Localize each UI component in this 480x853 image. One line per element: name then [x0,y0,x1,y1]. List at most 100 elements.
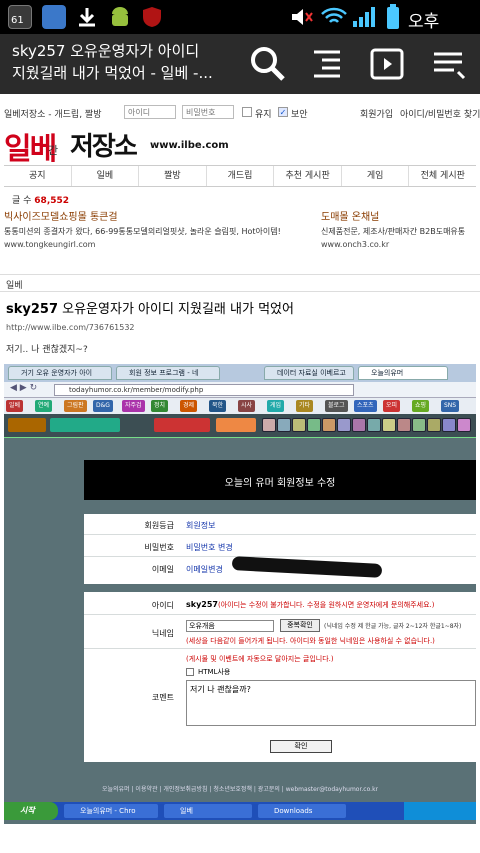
label-memo: 코멘트 [151,693,174,702]
bookmark-item[interactable]: 게임 [267,400,285,412]
value-level[interactable]: 회원정보 [186,520,215,531]
bookmark-item[interactable]: 스포츠 [354,400,377,412]
password-input[interactable] [182,105,234,119]
post-count-label: 글 수 [12,196,32,206]
bookmark-item[interactable]: 블로그 [325,400,348,412]
bookmark-item[interactable]: 오피 [383,400,401,412]
title-line-2: 지웠길래 내가 먹었어 - 일베 -... [12,64,213,82]
taskbar-item[interactable]: 일베 [164,804,252,818]
ad-right[interactable]: 도매몰 온채널 신제품전문, 제조사/판매자간 B2B도매유통 www.onch… [321,208,480,249]
tab-switch-icon[interactable] [368,44,408,84]
form-header-title: 오늘의 유머 회원정보 수정 [224,478,336,489]
site-footer: 오늘의유머 | 이용약관 | 개인정보취급방침 | 청소년보호정책 | 광고문의… [101,786,379,793]
taskbar-item[interactable]: 오늘의유머 - Chro [64,804,158,818]
post-author[interactable]: sky257 [6,302,58,317]
post-count: 글 수 68,552 [12,193,69,206]
nickname-note-2: (세상을 다음같이 들어가게 됩니다. 아이디와 동일한 닉네임은 사용하실 수… [186,637,435,645]
join-link[interactable]: 회원가입 [360,107,393,120]
tab-gaedrip[interactable]: 개드립 [207,166,275,186]
secure-checkbox[interactable]: ✓ [278,107,288,117]
toolbar-icon[interactable] [367,418,381,432]
tab-notice[interactable]: 공지 [4,166,72,186]
post-url[interactable]: http://www.ilbe.com/736761532 [6,323,135,332]
secure-label: 보안 [291,110,308,120]
toolbar-icon[interactable] [457,418,471,432]
toolbar-icon[interactable] [352,418,366,432]
account-info-card: 회원등급 회원정보 비밀번호 비밀번호 변경 이메일 이메일변경 [84,514,476,584]
toolbar-icon[interactable] [322,418,336,432]
bookmark-item[interactable]: 쇼핑 [412,400,430,412]
bookmark-item[interactable]: 시사 [238,400,256,412]
ad-left[interactable]: 빅사이즈모델쇼핑몰 통큰걸 통통미션의 종결자가 왔다, 66-99통통모델의리… [4,208,304,249]
tab-recommend[interactable]: 추천 게시판 [274,166,342,186]
memo-textarea[interactable]: 저기 나 괜찮을까? [186,680,476,726]
find-account-link[interactable]: 아이디/비밀번호 찾기 [400,107,480,120]
outline-list-icon[interactable] [308,44,348,84]
system-tray [404,802,476,820]
notification-badge: 61 [11,15,24,26]
divider [84,534,476,535]
change-email-link[interactable]: 이메일변경 [186,564,223,575]
tab-jjalbang[interactable]: 짤방 [139,166,207,186]
app-bar: sky257 오유운영자가 아이디 지웠길래 내가 먹었어 - 일베 -... [0,34,480,94]
bookmark-item[interactable]: 북한 [209,400,227,412]
site-name[interactable]: 일베저장소 - 개드립, 짤방 [4,107,102,120]
bookmark-item[interactable]: 그림판 [64,400,87,412]
tab-game[interactable]: 게임 [342,166,410,186]
ad-left-title: 빅사이즈모델쇼핑몰 통큰걸 [4,212,118,223]
toolbar-icon[interactable] [382,418,396,432]
logo-url: www.ilbe.com [150,140,229,151]
bookmark-item[interactable]: 경제 [180,400,198,412]
start-button[interactable]: 시작 [4,802,58,820]
toolbar-icon[interactable] [262,418,276,432]
nickname-input[interactable]: 오유개음 [186,620,274,632]
keep-checkbox[interactable] [242,107,252,117]
ad-right-title: 도매몰 온채널 [321,212,380,223]
browser-tabstrip: 거기 오유 운영자가 아이 회원 정보 프로그램 - 네 데이터 자료실 이베르… [4,364,476,382]
bookmark-item[interactable]: SNS [441,400,460,412]
toolbar-banner [154,418,210,432]
toolbar-icon[interactable] [307,418,321,432]
embedded-screenshot[interactable]: 거기 오유 운영자가 아이 회원 정보 프로그램 - 네 데이터 자료실 이베르… [4,364,476,824]
title-line-1: sky257 오유운영자가 아이디 [12,42,200,60]
back-forward-icon: ◀ ▶ ↻ [10,383,38,393]
toolbar-icon[interactable] [442,418,456,432]
menu-icon[interactable] [428,44,468,84]
toolbar-icon[interactable] [412,418,426,432]
bookmark-item[interactable]: D&G [93,400,113,412]
nav-tabs: 공지 일베 짤방 개드립 추천 게시판 게임 전체 게시판 [4,165,476,187]
toolbar-icon[interactable] [292,418,306,432]
label-email: 이메일 [151,565,174,574]
toolbar-icon[interactable] [427,418,441,432]
tab-all[interactable]: 전체 게시판 [409,166,476,186]
site-logo[interactable]: 일베 간 저장소 www.ilbe.com [4,122,244,167]
search-icon[interactable] [248,44,288,84]
nickname-check-button[interactable]: 중복확인 [280,619,320,632]
form-header: 오늘의 유머 회원정보 수정 [84,460,476,500]
ad-right-desc: 신제품전문, 제조사/판매자간 B2B도매유통 [321,227,466,236]
bookmark-item[interactable]: 일베 [6,400,24,412]
browser-tab: 거기 오유 운영자가 아이 [8,366,112,380]
bookmark-item[interactable]: 정치 [151,400,169,412]
id-input[interactable] [124,105,176,119]
page-title[interactable]: sky257 오유운영자가 아이디 지웠길래 내가 먹었어 - 일베 -... [12,40,262,84]
divider [84,614,476,615]
taskbar-item[interactable]: Downloads [258,804,346,818]
label-password: 비밀번호 [144,543,174,552]
breadcrumb-item[interactable]: 일베 [6,278,23,291]
toolbar-icon[interactable] [397,418,411,432]
bookmark-item[interactable]: 연예 [35,400,53,412]
memo-note: (게시물 및 이벤트에 자동으로 달아지는 글입니다.) [186,655,334,663]
label-level: 회원등급 [144,521,174,530]
html-checkbox[interactable] [186,668,194,676]
logo-mid: 저장소 [70,132,138,162]
tab-ilbe[interactable]: 일베 [72,166,140,186]
toolbar-icon[interactable] [337,418,351,432]
change-password-link[interactable]: 비밀번호 변경 [186,542,233,553]
bookmark-item[interactable]: 기타 [296,400,314,412]
bookmark-bar: 일베 연예 그림판 D&G 자주검 정치 경제 북한 시사 게임 기타 블로그 스포츠 오피 쇼핑 SNS [4,398,476,414]
toolbar-icon[interactable] [277,418,291,432]
profile-edit-card: 아이디 sky257 (아이디는 수정이 불가합니다. 수정을 원하시면 운영자… [84,592,476,762]
bookmark-item[interactable]: 자주검 [122,400,145,412]
confirm-button[interactable]: 확인 [270,740,332,753]
